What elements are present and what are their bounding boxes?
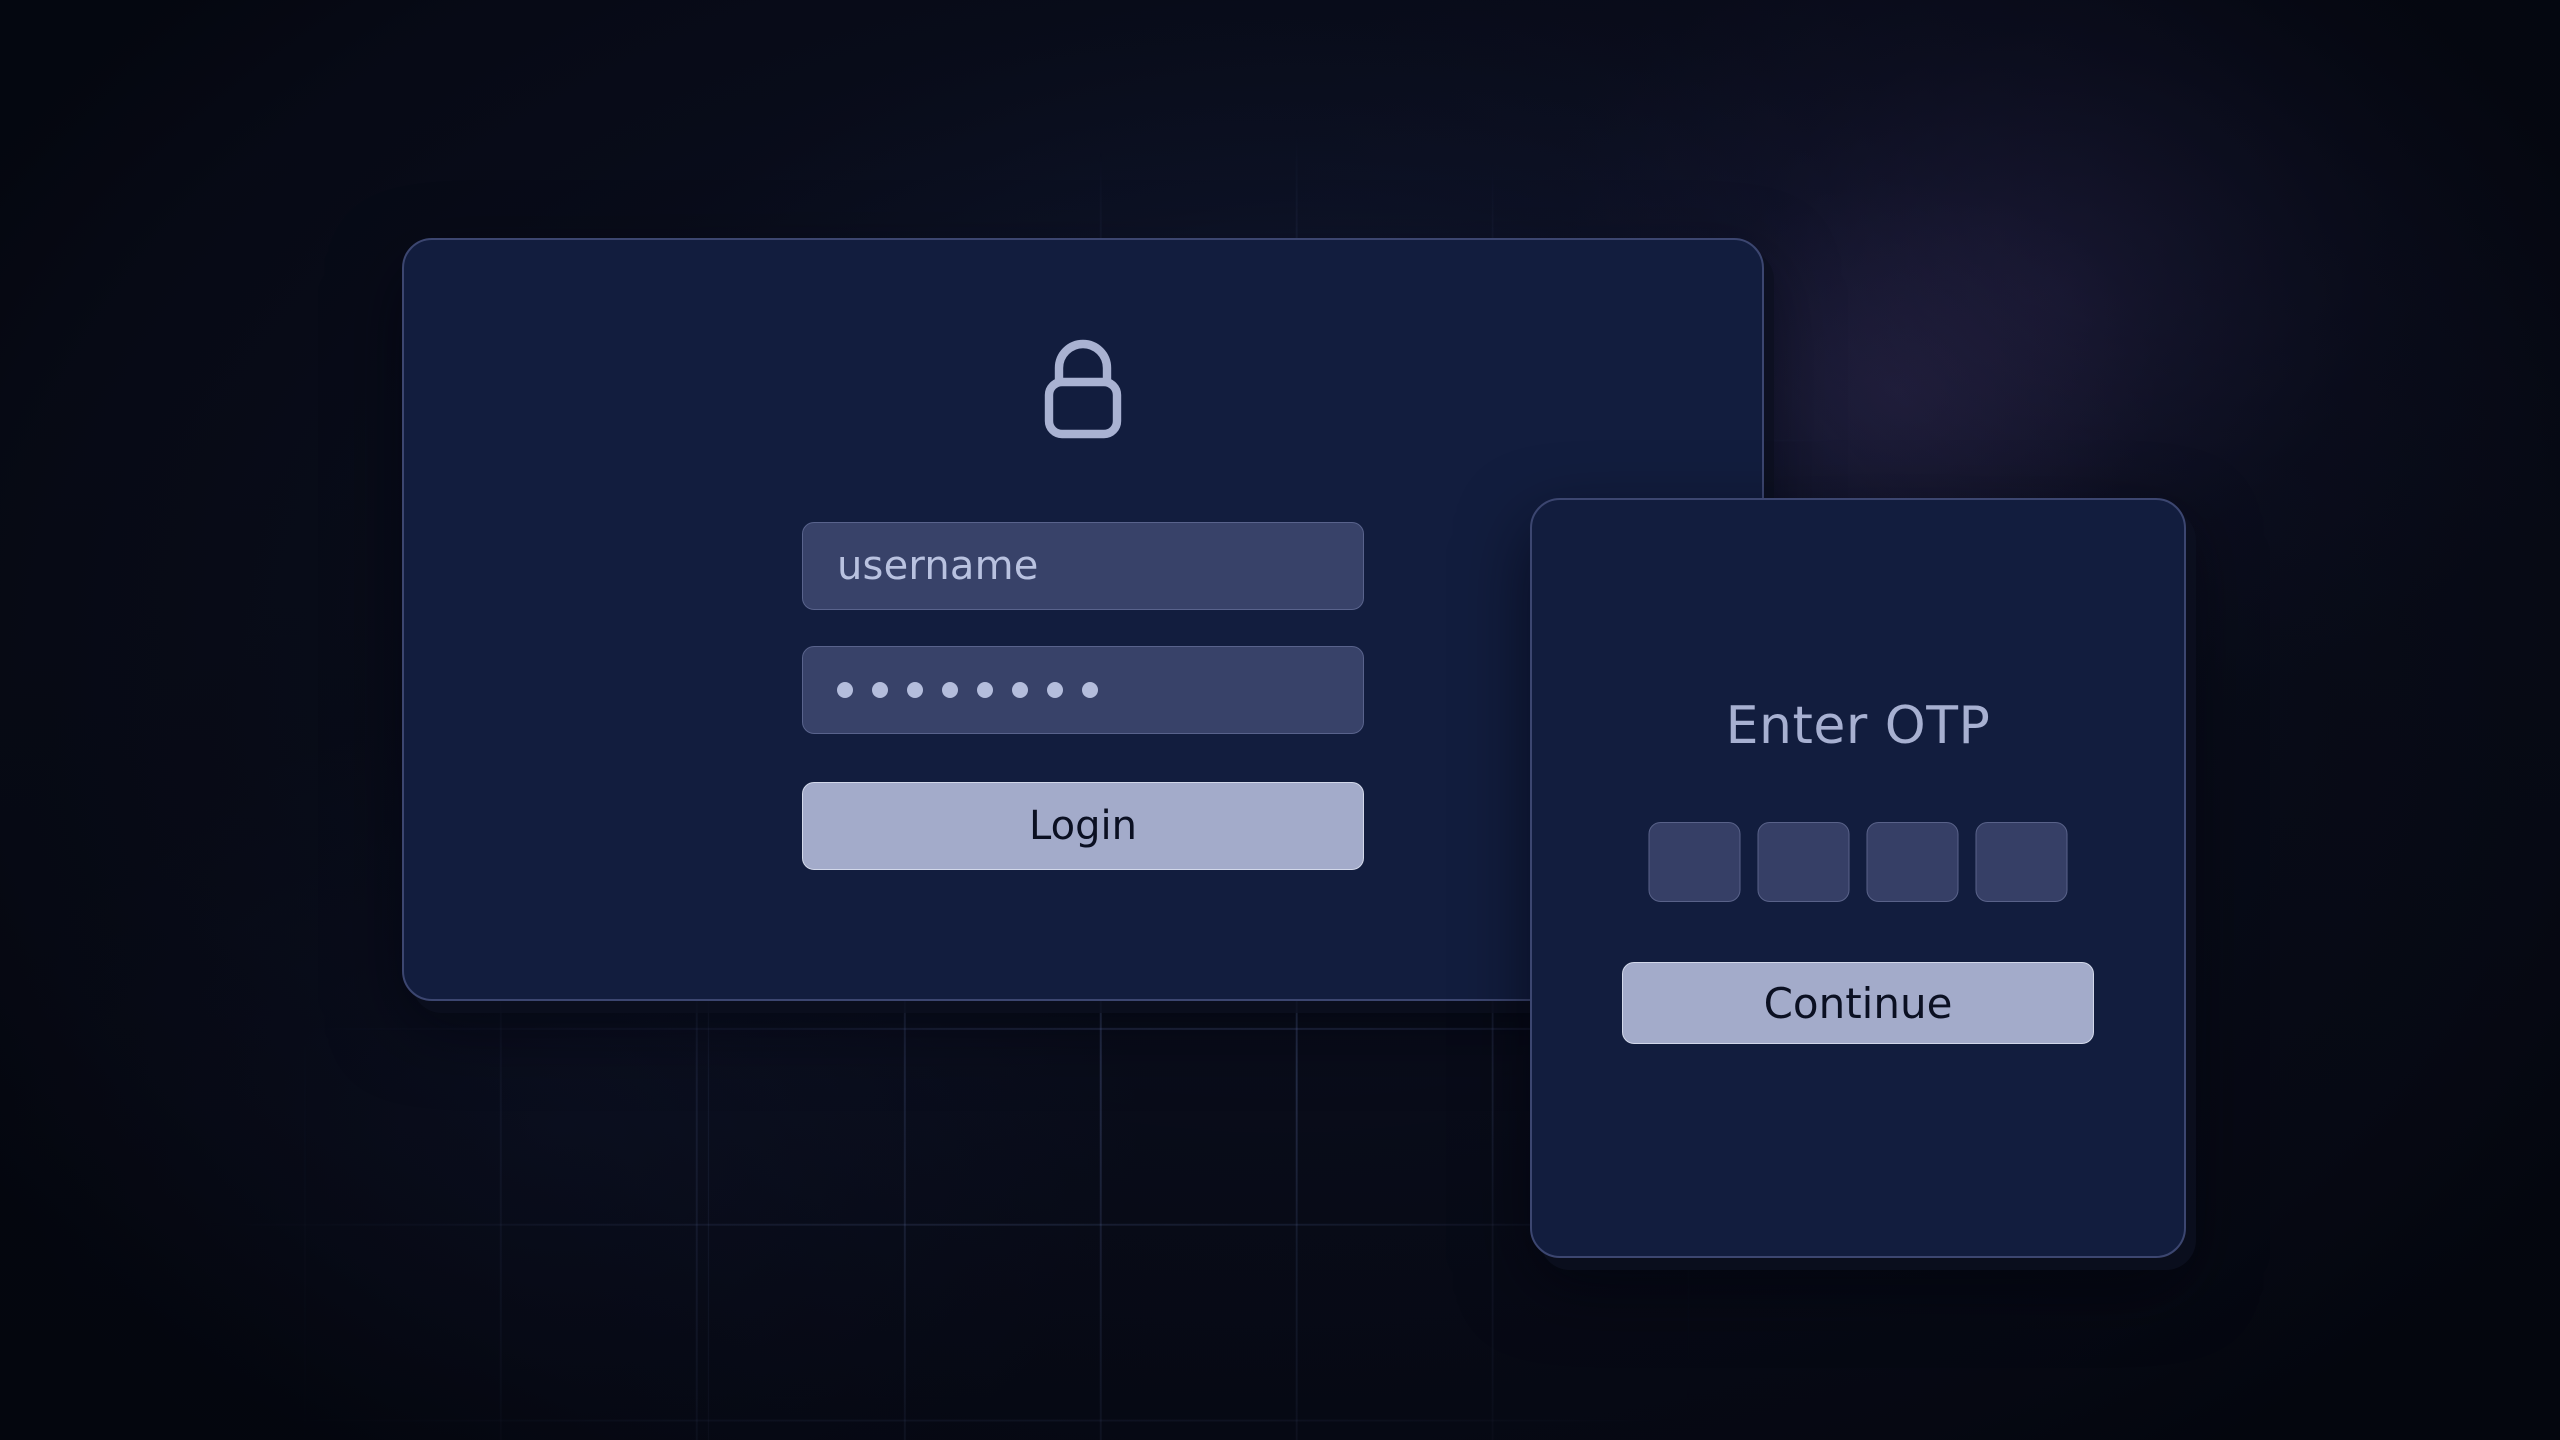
lock-icon <box>1023 332 1143 452</box>
continue-button[interactable]: Continue <box>1622 962 2094 1044</box>
password-dot <box>1047 682 1063 698</box>
password-dot <box>1012 682 1028 698</box>
otp-digit-input-4[interactable] <box>1975 822 2068 902</box>
password-masked-value <box>837 682 1098 698</box>
otp-digit-input-2[interactable] <box>1757 822 1850 902</box>
password-dot <box>1082 682 1098 698</box>
otp-card: Enter OTP Continue <box>1530 498 2186 1258</box>
otp-title: Enter OTP <box>1725 696 1991 756</box>
screen: username Login Enter OTP Continue <box>0 0 2560 1440</box>
password-dot <box>837 682 853 698</box>
password-input[interactable] <box>802 646 1364 734</box>
username-input-value: username <box>837 543 1039 589</box>
otp-digit-input-1[interactable] <box>1648 822 1741 902</box>
login-button[interactable]: Login <box>802 782 1364 870</box>
password-dot <box>977 682 993 698</box>
password-dot <box>942 682 958 698</box>
otp-digit-input-3[interactable] <box>1866 822 1959 902</box>
otp-input-group <box>1648 822 2068 902</box>
password-dot <box>872 682 888 698</box>
username-input[interactable]: username <box>802 522 1364 610</box>
password-dot <box>907 682 923 698</box>
